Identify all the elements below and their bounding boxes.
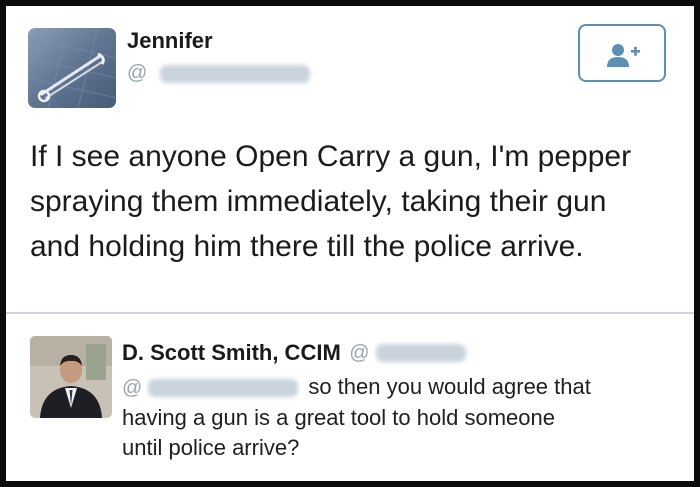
tweet-card: Jennifer @ If I see anyone Open Carry a … <box>6 6 694 481</box>
reply-text-line: having a gun is a great tool to hold som… <box>122 405 555 431</box>
man-in-suit-avatar-image <box>30 336 112 418</box>
reply-header: D. Scott Smith, CCIM @ <box>122 340 466 370</box>
tweet-text-line: If I see anyone Open Carry a gun, I'm pe… <box>30 140 632 173</box>
tweet-text-line: spraying them immediately, taking their … <box>30 185 607 218</box>
safety-pin-avatar-image <box>28 28 116 108</box>
handle-at-sign: @ <box>127 62 148 84</box>
reply-text: @ so then you would agree that having a g… <box>122 372 682 463</box>
author-name[interactable]: Jennifer <box>127 28 213 54</box>
author-avatar[interactable] <box>28 28 116 108</box>
follow-user-plus-icon <box>607 44 640 67</box>
reply-text-line: @ so then you would agree that <box>122 372 682 403</box>
reply-author-avatar[interactable] <box>30 336 112 418</box>
reply-text-start: so then you would agree that <box>308 374 591 399</box>
redacted-reply-handle <box>376 344 466 362</box>
reply-text-line: until police arrive? <box>122 435 300 461</box>
author-handle[interactable]: @ <box>127 62 310 86</box>
follow-button[interactable] <box>578 24 666 82</box>
divider <box>6 312 694 314</box>
reply-author-name[interactable]: D. Scott Smith, CCIM <box>122 340 341 365</box>
tweet-text: If I see anyone Open Carry a gun, I'm pe… <box>30 134 680 269</box>
redacted-mention <box>148 379 299 398</box>
tweet-text-line: and holding him there till the police ar… <box>30 230 584 263</box>
redacted-handle <box>159 64 310 83</box>
reply-handle-at-sign[interactable]: @ <box>349 342 369 364</box>
mention-at-sign[interactable]: @ <box>122 377 142 399</box>
